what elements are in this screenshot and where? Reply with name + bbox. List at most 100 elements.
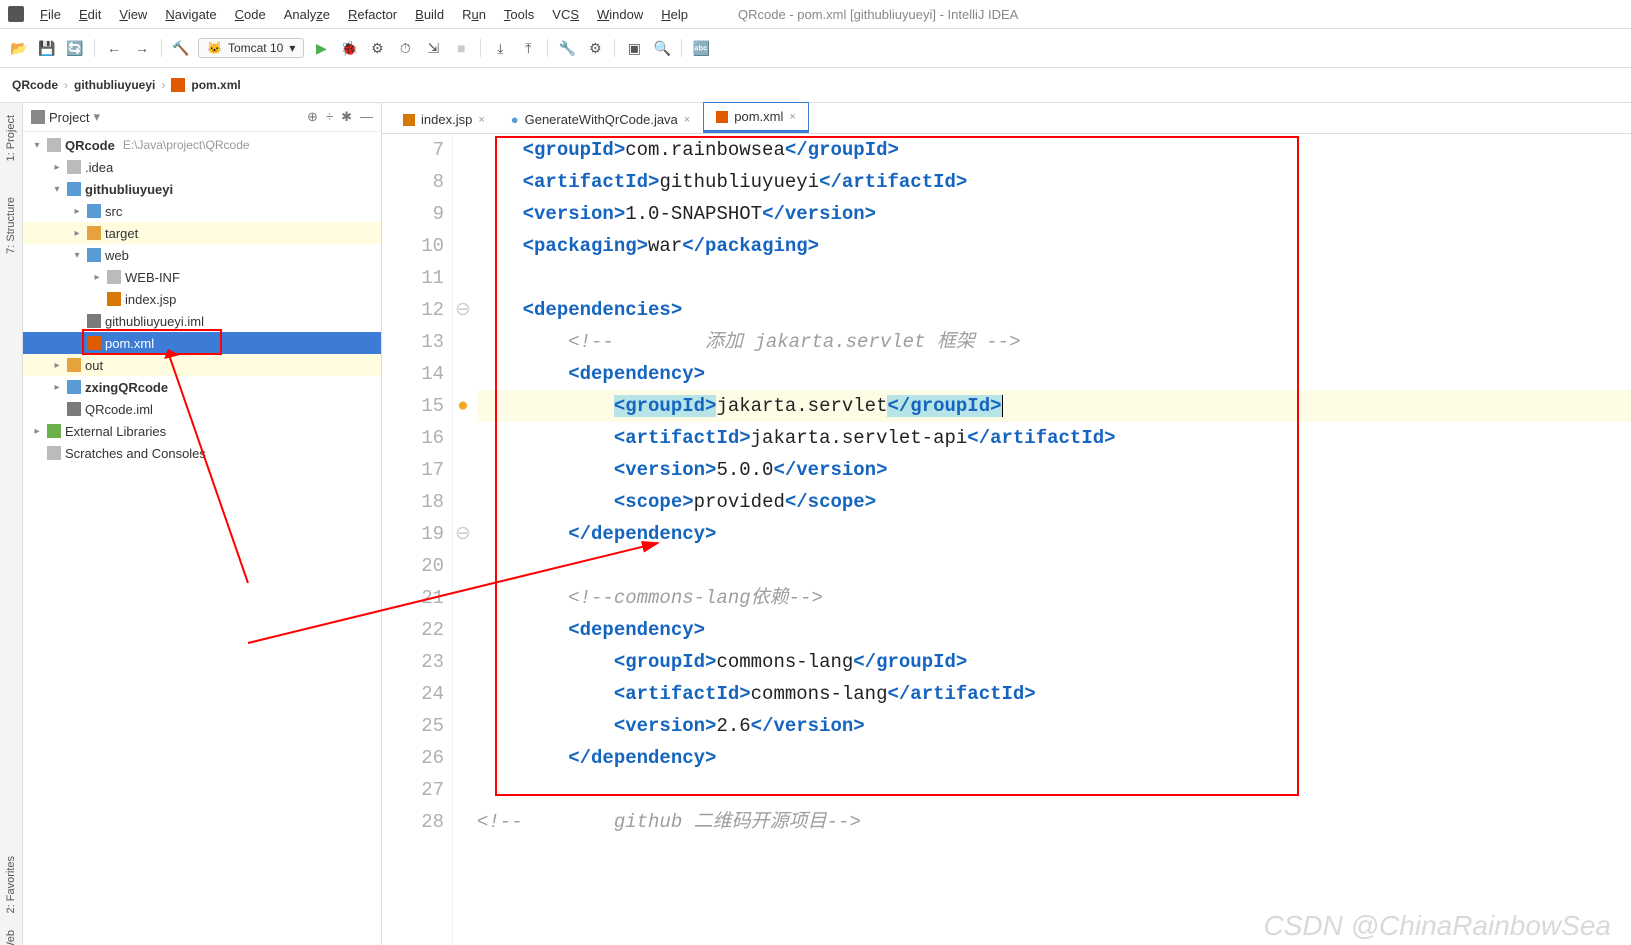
folder-icon: [107, 270, 121, 284]
library-icon: [47, 424, 61, 438]
attach-icon[interactable]: ⇲: [422, 37, 444, 59]
save-icon[interactable]: 💾: [36, 37, 58, 59]
module-icon: [67, 182, 81, 196]
chevron-down-icon[interactable]: ▾: [93, 109, 100, 125]
tree-qrciml[interactable]: QRcode.iml: [23, 398, 381, 420]
tree-scratches[interactable]: Scratches and Consoles: [23, 442, 381, 464]
line-gutter[interactable]: 7891011 1213141516 1718192021 2223242526…: [382, 134, 453, 945]
tree-pom[interactable]: pom.xml: [23, 332, 381, 354]
tree-root[interactable]: ▾QRcodeE:\Java\project\QRcode: [23, 134, 381, 156]
tree-module[interactable]: ▾githubliuyueyi: [23, 178, 381, 200]
run-icon[interactable]: ▶: [310, 37, 332, 59]
main-toolbar: 📂 💾 🔄 ← → 🔨 🐱 Tomcat 10 ▾ ▶ 🐞 ⚙ ⏱ ⇲ ■ ⤓ …: [0, 29, 1631, 68]
project-panel: Project ▾ ⊕ ÷ ✱ — ▾QRcodeE:\Java\project…: [23, 103, 382, 945]
project-tree[interactable]: ▾QRcodeE:\Java\project\QRcode ▸.idea ▾gi…: [23, 132, 381, 945]
close-icon[interactable]: ×: [684, 114, 690, 126]
search-icon[interactable]: 🔍: [651, 37, 673, 59]
tab-label: pom.xml: [734, 109, 783, 124]
crumb-1[interactable]: githubliuyueyi: [74, 78, 155, 92]
code-body[interactable]: <groupId>com.rainbowsea</groupId> <artif…: [473, 134, 1631, 945]
menu-build[interactable]: Build: [407, 5, 452, 24]
tree-extlib[interactable]: ▸External Libraries: [23, 420, 381, 442]
menu-help[interactable]: Help: [653, 5, 696, 24]
translate-icon[interactable]: 🔤: [690, 37, 712, 59]
hammer-icon[interactable]: 🔨: [170, 37, 192, 59]
wrench-icon[interactable]: 🔧: [556, 37, 578, 59]
jsp-icon: [107, 292, 121, 306]
folder-icon: [87, 226, 101, 240]
debug-icon[interactable]: 🐞: [338, 37, 360, 59]
folder-icon: [67, 358, 81, 372]
close-icon[interactable]: ×: [789, 111, 795, 123]
tree-web[interactable]: ▾web: [23, 244, 381, 266]
jsp-icon: [403, 114, 415, 126]
folder-icon: [31, 110, 45, 124]
coverage-icon[interactable]: ⚙: [366, 37, 388, 59]
folder-icon: [87, 248, 101, 262]
window-title: QRcode - pom.xml [githubliuyueyi] - Inte…: [738, 7, 1018, 22]
menu-navigate[interactable]: Navigate: [157, 5, 224, 24]
tab-label: GenerateWithQrCode.java: [525, 112, 678, 127]
crumb-0[interactable]: QRcode: [12, 78, 58, 92]
tool-tab-structure[interactable]: 7: Structure: [3, 189, 19, 262]
menu-code[interactable]: Code: [227, 5, 274, 24]
tree-indexjsp[interactable]: index.jsp: [23, 288, 381, 310]
editor-tabs: index.jsp× ● GenerateWithQrCode.java × pom…: [382, 103, 1631, 134]
stop-icon[interactable]: ■: [450, 37, 472, 59]
target-icon[interactable]: ⊕: [307, 109, 318, 125]
todo-icon[interactable]: ▣: [623, 37, 645, 59]
menu-bar: File Edit View Navigate Code Analyze Ref…: [0, 0, 1631, 29]
tomcat-icon: 🐱: [207, 41, 222, 55]
menu-analyze[interactable]: Analyze: [276, 5, 338, 24]
tool-tab-favorites[interactable]: 2: Favorites: [3, 848, 19, 921]
settings-icon[interactable]: ⚙: [584, 37, 606, 59]
menu-view[interactable]: View: [111, 5, 155, 24]
folder-icon: [47, 138, 61, 152]
collapse-icon[interactable]: —: [360, 109, 373, 125]
divide-icon[interactable]: ÷: [326, 109, 333, 125]
menu-tools[interactable]: Tools: [496, 5, 542, 24]
profile-icon[interactable]: ⏱: [394, 37, 416, 59]
gear-icon[interactable]: ✱: [341, 109, 352, 125]
tab-pom[interactable]: pom.xml ×: [703, 102, 809, 133]
close-icon[interactable]: ×: [478, 114, 484, 126]
back-icon[interactable]: ←: [103, 37, 125, 59]
tree-out[interactable]: ▸out: [23, 354, 381, 376]
menu-window[interactable]: Window: [589, 5, 651, 24]
tab-generate[interactable]: ● GenerateWithQrCode.java ×: [498, 105, 703, 133]
menu-vcs[interactable]: VCS: [544, 5, 587, 24]
xml-icon: [87, 336, 101, 350]
tree-src[interactable]: ▸src: [23, 200, 381, 222]
tree-idea[interactable]: ▸.idea: [23, 156, 381, 178]
main-body: 1: Project 7: Structure 2: Favorites Web…: [0, 103, 1631, 945]
run-config-selector[interactable]: 🐱 Tomcat 10 ▾: [198, 38, 304, 58]
xml-icon: [716, 111, 728, 123]
crumb-2[interactable]: pom.xml: [191, 78, 240, 92]
folder-icon: [87, 204, 101, 218]
iml-icon: [67, 402, 81, 416]
menu-file[interactable]: File: [32, 5, 69, 24]
tab-indexjsp[interactable]: index.jsp×: [390, 105, 498, 133]
java-icon: ●: [511, 112, 519, 127]
menu-refactor[interactable]: Refactor: [340, 5, 405, 24]
code-editor[interactable]: 7891011 1213141516 1718192021 2223242526…: [382, 134, 1631, 945]
git-pull-icon[interactable]: ⤓: [489, 37, 511, 59]
sync-icon[interactable]: 🔄: [64, 37, 86, 59]
tree-webinf[interactable]: ▸WEB-INF: [23, 266, 381, 288]
run-config-label: Tomcat 10: [228, 41, 283, 55]
tool-tab-project[interactable]: 1: Project: [3, 107, 19, 169]
tree-zxing[interactable]: ▸zxingQRcode: [23, 376, 381, 398]
tree-iml[interactable]: githubliuyueyi.iml: [23, 310, 381, 332]
open-icon[interactable]: 📂: [8, 37, 30, 59]
git-push-icon[interactable]: ⤒: [517, 37, 539, 59]
chevron-down-icon: ▾: [289, 41, 295, 55]
forward-icon[interactable]: →: [131, 37, 153, 59]
tool-tab-web[interactable]: Web: [3, 922, 19, 945]
tree-target[interactable]: ▸target: [23, 222, 381, 244]
xml-icon: [171, 78, 185, 92]
iml-icon: [87, 314, 101, 328]
menu-edit[interactable]: Edit: [71, 5, 109, 24]
app-logo-icon: [8, 6, 24, 22]
menu-run[interactable]: Run: [454, 5, 494, 24]
module-icon: [67, 380, 81, 394]
